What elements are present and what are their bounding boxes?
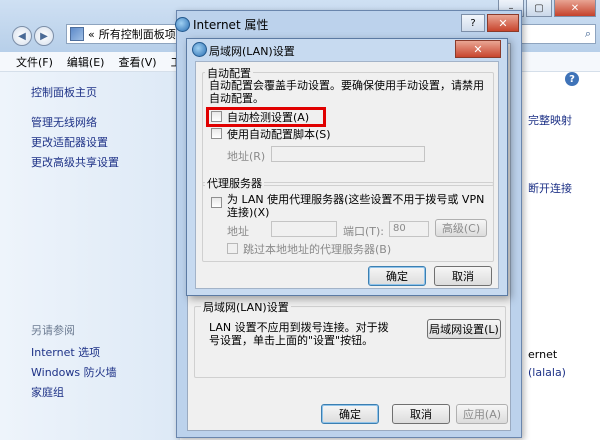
proxy-address-field[interactable] xyxy=(271,221,337,237)
lan-ok-button[interactable]: 确定 xyxy=(368,266,426,286)
dialog-title: Internet 属性 xyxy=(193,18,269,32)
see-also-homegroup[interactable]: 家庭组 xyxy=(31,384,64,400)
lan-settings-dialog: 局域网(LAN)设置 ✕ 自动配置 自动配置会覆盖手动设置。要确保使用手动设置，… xyxy=(186,38,508,296)
sidebar-item-adapter[interactable]: 更改适配器设置 xyxy=(31,134,108,150)
control-panel-icon xyxy=(70,27,84,41)
cancel-button[interactable]: 取消 xyxy=(392,404,450,424)
script-address-label: 地址(R) xyxy=(227,150,266,163)
lan-section: 局域网(LAN)设置 LAN 设置不应用到拨号连接。对于拨号设置，单击上面的"设… xyxy=(194,299,506,378)
highlight-box xyxy=(206,107,326,127)
use-script-checkbox[interactable] xyxy=(211,128,222,139)
proxy-group-title: 代理服务器 xyxy=(205,175,264,191)
port-field[interactable]: 80 xyxy=(389,221,429,237)
lan-settings-button[interactable]: 局域网设置(L) xyxy=(427,319,501,339)
forward-icon[interactable]: ▶ xyxy=(34,26,54,46)
lan-cancel-button[interactable]: 取消 xyxy=(434,266,492,286)
port-label: 端口(T): xyxy=(343,225,385,238)
auto-config-description: 自动配置会覆盖手动设置。要确保使用手动设置，请禁用自动配置。 xyxy=(209,79,484,105)
script-address-field[interactable] xyxy=(271,146,425,162)
right-text-internet: ernet xyxy=(528,348,558,361)
search-icon: ⌕ xyxy=(584,27,591,40)
help-button[interactable]: ? xyxy=(461,14,485,32)
back-icon[interactable]: ◀ xyxy=(12,26,32,46)
proxy-use-label[interactable]: 为 LAN 使用代理服务器(这些设置不用于拨号或 VPN 连接)(X) xyxy=(227,193,489,219)
proxy-use-checkbox[interactable] xyxy=(211,197,222,208)
maximize-button[interactable]: ▢ xyxy=(526,0,552,17)
right-link-network[interactable]: (lalala) xyxy=(528,366,566,379)
see-also-firewall[interactable]: Windows 防火墙 xyxy=(31,364,117,380)
address-bar[interactable]: « 所有控制面板项 xyxy=(66,24,182,44)
sidebar-item-sharing[interactable]: 更改高级共享设置 xyxy=(31,154,119,170)
use-script-label[interactable]: 使用自动配置脚本(S) xyxy=(227,126,331,142)
proxy-group: 代理服务器 为 LAN 使用代理服务器(这些设置不用于拨号或 VPN 连接)(X… xyxy=(202,175,494,262)
internet-icon xyxy=(175,17,190,32)
see-also-internet-options[interactable]: Internet 选项 xyxy=(31,344,100,360)
right-link-disconnect[interactable]: 断开连接 xyxy=(528,180,572,196)
menu-edit[interactable]: 编辑(E) xyxy=(67,54,105,70)
lan-dialog-title: 局域网(LAN)设置 xyxy=(209,45,295,58)
lan-dialog-icon xyxy=(192,42,207,57)
menu-file[interactable]: 文件(F) xyxy=(16,54,53,70)
lan-description: LAN 设置不应用到拨号连接。对于拨号设置，单击上面的"设置"按钮。 xyxy=(209,321,389,347)
see-also-heading: 另请参阅 xyxy=(31,324,75,337)
help-icon[interactable]: ? xyxy=(565,72,579,86)
apply-button[interactable]: 应用(A) xyxy=(456,404,508,424)
bypass-local-label[interactable]: 跳过本地地址的代理服务器(B) xyxy=(243,241,391,257)
advanced-button[interactable]: 高级(C) xyxy=(435,219,487,237)
ok-button[interactable]: 确定 xyxy=(321,404,379,424)
menu-view[interactable]: 查看(V) xyxy=(118,54,156,70)
sidebar-item-home[interactable]: 控制面板主页 xyxy=(31,84,97,100)
proxy-address-label: 地址 xyxy=(227,225,249,238)
right-link-map[interactable]: 完整映射 xyxy=(528,112,572,128)
lan-dialog-body: 自动配置 自动配置会覆盖手动设置。要确保使用手动设置，请禁用自动配置。 自动检测… xyxy=(195,61,499,289)
sidebar-item-wireless[interactable]: 管理无线网络 xyxy=(31,114,97,130)
address-text: 所有控制面板项 xyxy=(98,28,176,41)
search-input[interactable]: ⌕ xyxy=(520,24,596,44)
close-button[interactable]: ✕ xyxy=(554,0,596,17)
lan-section-title: 局域网(LAN)设置 xyxy=(201,299,291,315)
sidebar: 控制面板主页 管理无线网络 更改适配器设置 更改高级共享设置 另请参阅 Inte… xyxy=(0,72,180,440)
address-prefix: « xyxy=(88,27,95,41)
lan-close-button[interactable]: ✕ xyxy=(455,40,501,58)
dialog-close-button[interactable]: ✕ xyxy=(487,14,519,32)
bypass-local-checkbox[interactable] xyxy=(227,243,238,254)
auto-config-group: 自动配置 自动配置会覆盖手动设置。要确保使用手动设置，请禁用自动配置。 自动检测… xyxy=(202,65,494,186)
